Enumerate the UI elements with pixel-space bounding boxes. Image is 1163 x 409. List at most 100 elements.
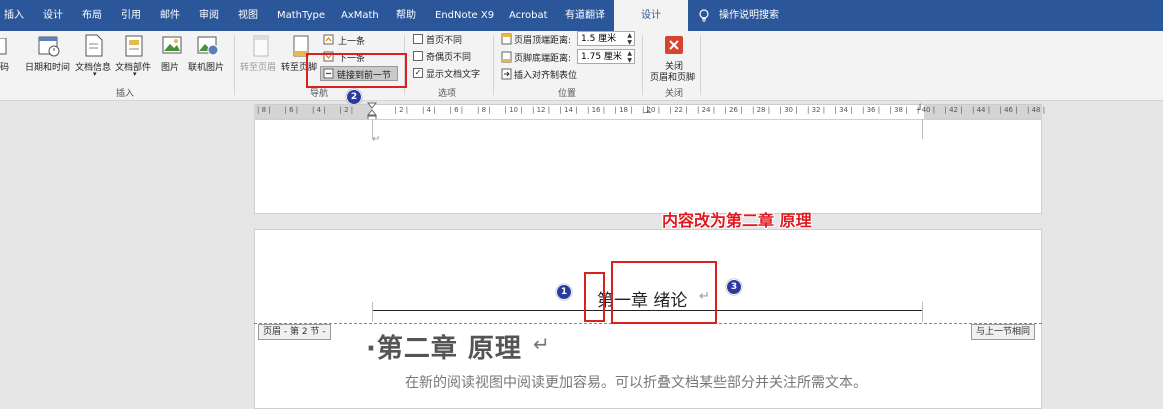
different-first-page-checkbox[interactable]: [413, 34, 423, 44]
paragraph-mark-icon: ↵: [533, 332, 550, 356]
ruler-tick-label: | 32 |: [807, 106, 826, 114]
tab-axmath[interactable]: AxMath: [341, 0, 379, 31]
close-group-label: 关闭: [665, 89, 684, 99]
header-top-spinner[interactable]: 1.5 厘米 ▲ ▼: [577, 31, 635, 46]
close-header-footer-button[interactable]: 页眉和页脚: [650, 70, 695, 83]
chapter-title[interactable]: ·第二章 原理: [366, 328, 522, 365]
ruler-tick-label: | 8 |: [257, 106, 271, 114]
ruler-tick-label: | 48 |: [1027, 106, 1046, 114]
ribbon-tab-bar: 插入 设计 布局 引用 邮件 审阅 视图 MathType AxMath 帮助 …: [0, 0, 1163, 31]
goto-header-icon: [253, 35, 269, 57]
ruler-tick-label: | 6 |: [284, 106, 299, 114]
ruler-tick-label: | 12 |: [532, 106, 551, 114]
tab-endnote[interactable]: EndNote X9: [435, 0, 494, 31]
show-document-text-label: 显示文档文字: [426, 70, 481, 80]
ruler-tick-label: | 2 |: [339, 106, 354, 114]
insert-group-label: 插入: [116, 89, 135, 99]
header-section-tag: 页眉 - 第 2 节 -: [258, 324, 331, 340]
highlight-cursor-position: [584, 272, 605, 322]
online-picture-button[interactable]: 联机图片: [188, 60, 224, 73]
footer-bottom-spinner[interactable]: 1.75 厘米 ▲ ▼: [577, 49, 635, 64]
ruler-tick-label: | 8 |: [477, 106, 491, 114]
group-divider: [642, 35, 643, 95]
spinner-arrows-icon[interactable]: ▲ ▼: [627, 50, 632, 64]
ruler-tick-label: | 42 |: [944, 106, 963, 114]
ruler-tick-label: | 22 |: [669, 106, 688, 114]
different-first-page-label: 首页不同: [426, 36, 463, 46]
tab-layout[interactable]: 布局: [82, 0, 102, 31]
group-divider: [234, 35, 235, 95]
header-top-label: 页眉顶端距离:: [514, 36, 572, 46]
tab-references[interactable]: 引用: [121, 0, 141, 31]
group-divider: [700, 35, 701, 95]
ruler-tick-label: | 36 |: [862, 106, 881, 114]
tab-view[interactable]: 视图: [238, 0, 258, 31]
center-tab-marker-icon[interactable]: ⊥: [643, 105, 652, 116]
highlight-header-text: [611, 261, 717, 324]
footer-bottom-label: 页脚底端距离:: [514, 54, 572, 64]
body-paragraph[interactable]: 在新的阅读视图中阅读更加容易。可以折叠文档某些部分并关注所需文本。: [405, 372, 867, 392]
picture-button[interactable]: 图片: [161, 60, 179, 73]
ruler-tick-label: | 18 |: [614, 106, 633, 114]
tab-acrobat[interactable]: Acrobat: [509, 0, 548, 31]
ruler-tick-label: | 4 |: [422, 106, 436, 114]
ruler-tick-label: | 4 |: [312, 106, 326, 114]
footer-bottom-icon: [501, 51, 512, 63]
document-info-icon[interactable]: [84, 34, 104, 58]
tab-help[interactable]: 帮助: [396, 0, 416, 31]
ruler-tick-label: | 6 |: [449, 106, 464, 114]
document-info-dropdown-icon[interactable]: ▾: [93, 70, 97, 78]
page-number-label: 码: [0, 63, 10, 73]
highlight-link-to-previous: [306, 53, 407, 88]
ruler-tick-label: | 30 |: [779, 106, 798, 114]
step-badge-2: 2: [346, 89, 362, 105]
ruler-tick-label: | 34 |: [834, 106, 853, 114]
tab-mailings[interactable]: 邮件: [160, 0, 180, 31]
position-group-label: 位置: [558, 89, 577, 99]
ruler-tick-label: | 16 |: [587, 106, 606, 114]
insert-alignment-tab-button[interactable]: 插入对齐制表位: [514, 68, 577, 81]
margin-corner-mark: [922, 302, 923, 322]
online-picture-icon[interactable]: [196, 34, 220, 58]
step-badge-3: 3: [726, 279, 742, 295]
group-divider: [493, 35, 494, 95]
tab-design[interactable]: 设计: [43, 0, 63, 31]
different-odd-even-checkbox[interactable]: [413, 51, 423, 61]
quick-parts-icon[interactable]: [124, 34, 144, 58]
different-odd-even-label: 奇偶页不同: [426, 53, 472, 63]
ruler-tick-label: | 46 |: [999, 106, 1018, 114]
header-top-value: 1.5 厘米: [581, 34, 617, 44]
spinner-arrows-icon[interactable]: ▲ ▼: [627, 32, 632, 46]
ruler-tick-label: | 24 |: [697, 106, 716, 114]
header-top-icon: [501, 33, 512, 45]
picture-icon[interactable]: [161, 34, 183, 58]
step-badge-1: 1: [556, 284, 572, 300]
ruler-tick-label: | 44 |: [972, 106, 991, 114]
ruler-tick-label: | 2 |: [394, 106, 409, 114]
tab-header-footer-design[interactable]: 设计: [614, 0, 688, 31]
tab-mathtype[interactable]: MathType: [277, 0, 325, 31]
date-time-button[interactable]: 日期和时间: [25, 60, 70, 73]
previous-section-icon: [323, 34, 334, 45]
show-document-text-checkbox[interactable]: ✓: [413, 68, 423, 78]
ruler-tick-label: | 28 |: [752, 106, 771, 114]
margin-corner-mark: [372, 302, 373, 322]
tab-youdao[interactable]: 有道翻译: [565, 0, 605, 31]
close-icon[interactable]: [664, 35, 684, 55]
tell-me-search[interactable]: 操作说明搜索: [719, 0, 779, 31]
alignment-tab-icon: [501, 68, 512, 80]
annotation-instruction: 内容改为第二章 原理: [662, 211, 812, 230]
ruler-tick-label: | 38 |: [889, 106, 908, 114]
ruler-tick-label: | 14 |: [559, 106, 578, 114]
right-tab-marker-icon[interactable]: ┘: [917, 105, 923, 116]
tab-insert[interactable]: 插入: [4, 0, 24, 31]
page-number-icon[interactable]: [0, 38, 8, 56]
ruler-tick-label: | 10 |: [504, 106, 523, 114]
ruler-tick-label: | 26 |: [724, 106, 743, 114]
tab-review[interactable]: 审阅: [199, 0, 219, 31]
goto-header-button[interactable]: 转至页眉: [240, 60, 276, 73]
previous-section-button[interactable]: 上一条: [338, 34, 365, 47]
quick-parts-dropdown-icon[interactable]: ▾: [133, 70, 137, 78]
paragraph-mark-icon: ↵: [372, 134, 381, 145]
calendar-icon[interactable]: [37, 34, 61, 58]
